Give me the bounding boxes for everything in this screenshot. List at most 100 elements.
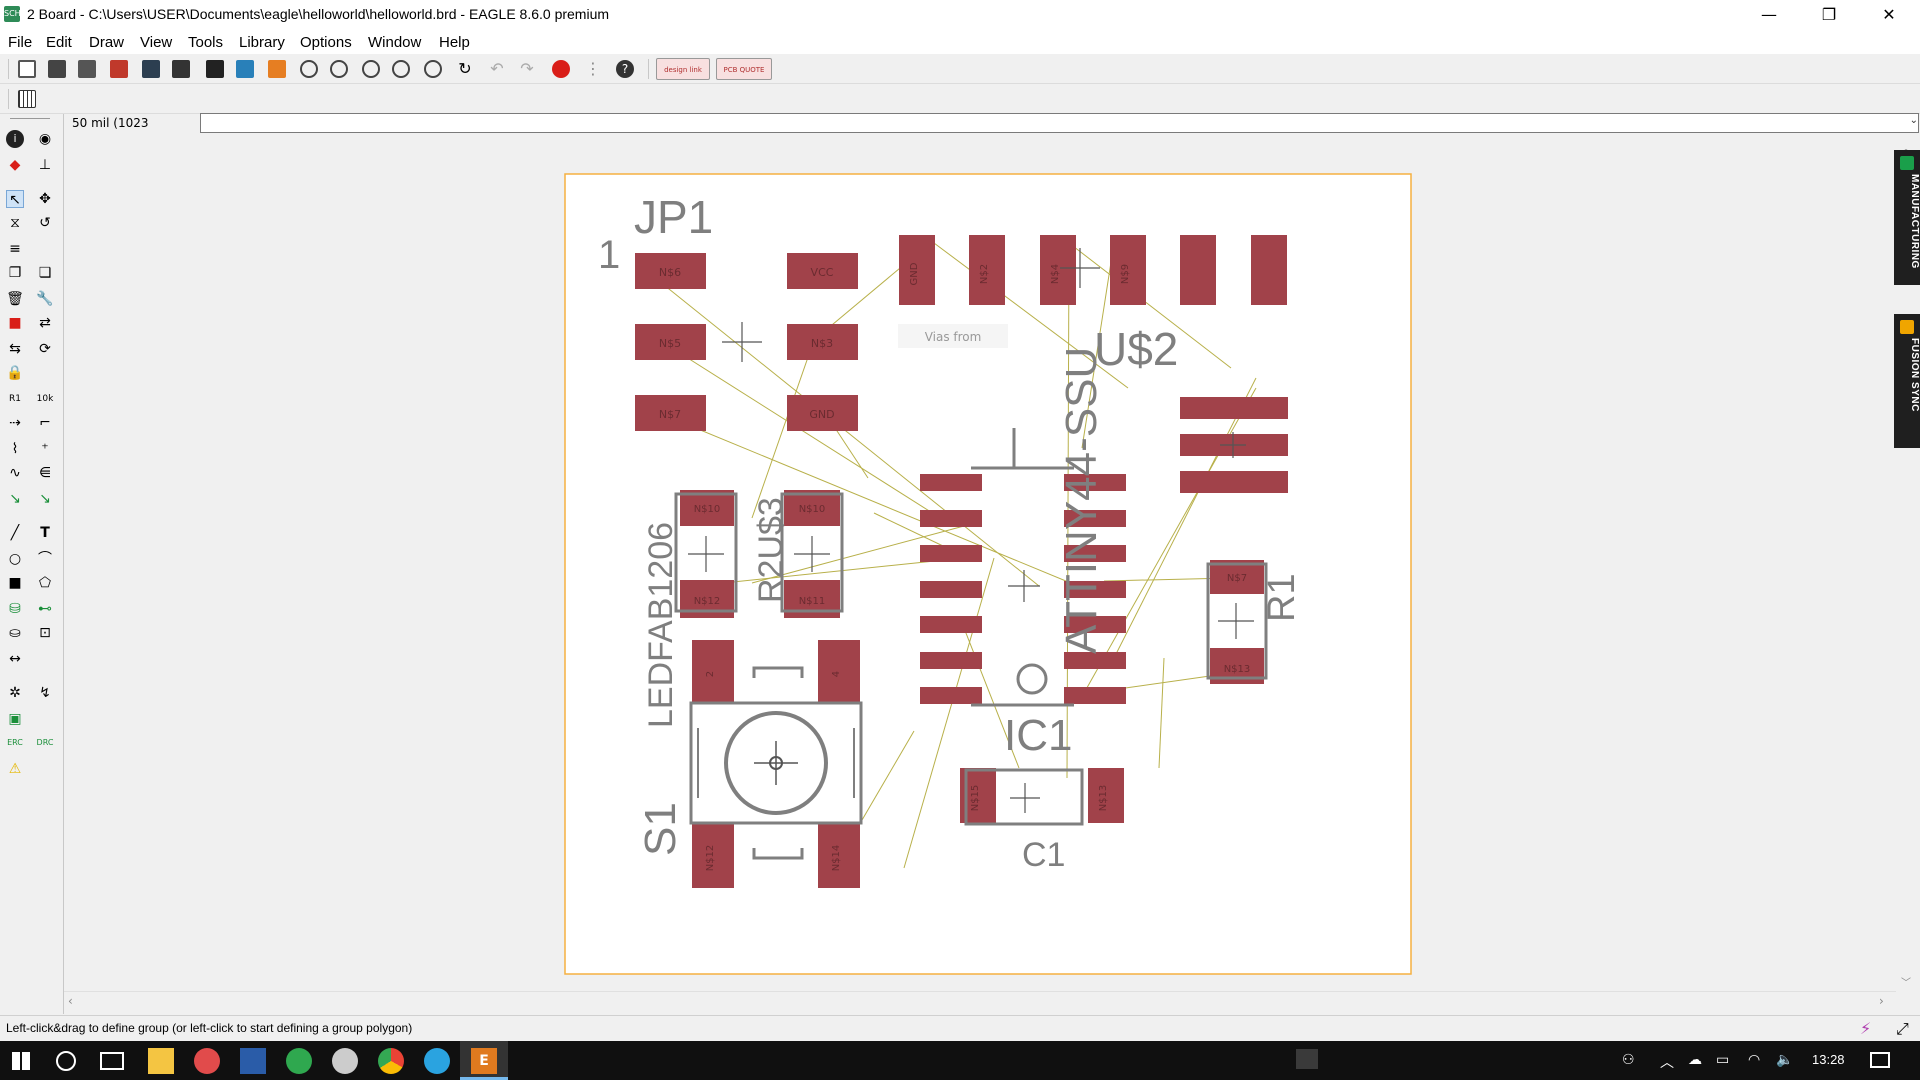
show-icon[interactable]: ◉ bbox=[36, 130, 54, 148]
chevron-up-icon[interactable]: ︿ bbox=[1660, 1052, 1674, 1072]
miter-icon[interactable]: ⌐ bbox=[36, 414, 54, 432]
route-icon[interactable]: ↘ bbox=[6, 490, 24, 508]
lightning-icon[interactable]: ⚡ bbox=[1860, 1019, 1871, 1038]
copy-icon[interactable]: ❐ bbox=[6, 264, 24, 282]
ratsnest-icon[interactable]: ✲ bbox=[6, 684, 24, 702]
zoom-last-icon[interactable] bbox=[424, 60, 442, 78]
redraw-icon[interactable]: ↻ bbox=[456, 60, 474, 78]
start-icon[interactable] bbox=[12, 1052, 30, 1070]
lock-icon[interactable]: 🔒 bbox=[6, 364, 24, 382]
menu-file[interactable]: File bbox=[8, 34, 32, 51]
zoom-in-icon[interactable] bbox=[330, 60, 348, 78]
undo-icon[interactable]: ↶ bbox=[488, 60, 506, 78]
ulp-run-icon[interactable] bbox=[268, 60, 286, 78]
menu-view[interactable]: View bbox=[140, 34, 172, 51]
rotate-icon[interactable]: ↺ bbox=[36, 214, 54, 232]
add-icon[interactable]: ■ bbox=[6, 314, 24, 332]
display-layers-icon[interactable]: ◆ bbox=[6, 156, 24, 174]
delete-icon[interactable]: 🗑 bbox=[6, 290, 24, 308]
split-icon[interactable]: ⌇ bbox=[6, 440, 24, 458]
volume-icon[interactable]: 🔈 bbox=[1776, 1052, 1793, 1068]
eagle-task-active[interactable]: E bbox=[460, 1041, 508, 1080]
arc-icon[interactable]: ⌒ bbox=[36, 550, 54, 568]
name-icon[interactable]: R1 bbox=[6, 390, 24, 408]
menu-library[interactable]: Library bbox=[239, 34, 285, 51]
help-icon[interactable]: ? bbox=[616, 60, 634, 78]
menu-window[interactable]: Window bbox=[368, 34, 421, 51]
paste-icon[interactable]: ❏ bbox=[36, 264, 54, 282]
mark-icon[interactable]: ⊥ bbox=[36, 156, 54, 174]
print-icon[interactable] bbox=[78, 60, 96, 78]
ripup-icon[interactable]: ⋹ bbox=[36, 464, 54, 482]
chevron-down-icon[interactable]: ⌄ bbox=[1910, 115, 1918, 126]
cam-processor-icon[interactable] bbox=[110, 60, 128, 78]
zoom-out-icon[interactable] bbox=[362, 60, 380, 78]
optimize-icon[interactable]: ⁺ bbox=[36, 440, 54, 458]
board-schematic-switch-icon[interactable] bbox=[142, 60, 160, 78]
grid-icon[interactable] bbox=[18, 90, 36, 108]
via-icon[interactable]: ⛁ bbox=[6, 600, 24, 618]
menu-draw[interactable]: Draw bbox=[89, 34, 124, 51]
scroll-down-icon[interactable]: ﹀ bbox=[1901, 974, 1911, 989]
hole-icon[interactable]: ⛀ bbox=[6, 624, 24, 642]
dimension-icon[interactable]: ↔ bbox=[6, 650, 24, 668]
circle-icon[interactable]: ○ bbox=[6, 550, 24, 568]
scroll-left-icon[interactable]: ‹ bbox=[68, 994, 73, 1008]
onedrive-icon[interactable]: ☁ bbox=[1688, 1052, 1702, 1068]
people-icon[interactable]: ⚇ bbox=[1622, 1052, 1635, 1068]
snipping-tool-icon[interactable] bbox=[194, 1048, 220, 1074]
close-button[interactable]: ✕ bbox=[1866, 0, 1912, 30]
warning-icon[interactable]: ⚠ bbox=[6, 760, 24, 778]
file-explorer-icon[interactable] bbox=[148, 1048, 174, 1074]
polygon-icon[interactable]: ⬠ bbox=[36, 574, 54, 592]
go-icon[interactable]: ⋮ bbox=[584, 60, 602, 78]
scroll-right-icon[interactable]: › bbox=[1879, 994, 1884, 1008]
signal-icon[interactable]: ⊷ bbox=[36, 600, 54, 618]
wrench-icon[interactable]: 🔧 bbox=[36, 290, 54, 308]
wifi-icon[interactable]: ◠ bbox=[1748, 1052, 1760, 1068]
tool-app-icon[interactable] bbox=[332, 1048, 358, 1074]
board-icon[interactable]: ▣ bbox=[6, 710, 24, 728]
line-icon[interactable]: ╱ bbox=[6, 524, 24, 542]
menu-help[interactable]: Help bbox=[439, 34, 470, 51]
smash-icon[interactable]: ⇢ bbox=[6, 414, 24, 432]
group-select-icon[interactable]: ↖ bbox=[6, 190, 24, 208]
design-link-button[interactable]: design link bbox=[656, 58, 710, 80]
menu-options[interactable]: Options bbox=[300, 34, 352, 51]
align-icon[interactable]: ≡ bbox=[6, 240, 24, 258]
powershell-icon[interactable] bbox=[240, 1048, 266, 1074]
attribute-icon[interactable]: ⊡ bbox=[36, 624, 54, 642]
fusion-sync-panel-tab[interactable]: FUSION SYNC bbox=[1894, 314, 1920, 448]
clock[interactable]: 13:28 bbox=[1812, 1052, 1845, 1067]
menu-edit[interactable]: Edit bbox=[46, 34, 72, 51]
autorouter-icon[interactable]: ↯ bbox=[36, 684, 54, 702]
meander-icon[interactable]: ∿ bbox=[6, 464, 24, 482]
mirror-icon[interactable]: ⧖ bbox=[6, 214, 24, 232]
replace-icon[interactable]: ⇄ bbox=[36, 314, 54, 332]
zoom-select-icon[interactable] bbox=[392, 60, 410, 78]
script-icon[interactable] bbox=[206, 60, 224, 78]
move-icon[interactable]: ✥ bbox=[36, 190, 54, 208]
info-icon[interactable]: i bbox=[6, 130, 24, 148]
taskbar-handle-icon[interactable] bbox=[1296, 1049, 1318, 1069]
rect-icon[interactable]: ■ bbox=[6, 574, 24, 592]
value-icon[interactable]: 10k bbox=[36, 390, 54, 408]
ulp-icon[interactable] bbox=[172, 60, 190, 78]
pcb-quote-button[interactable]: PCB QUOTE bbox=[716, 58, 772, 80]
restore-button[interactable]: ❐ bbox=[1806, 0, 1852, 30]
swap-icon[interactable]: ⇆ bbox=[6, 340, 24, 358]
save-icon[interactable] bbox=[48, 60, 66, 78]
redo-icon[interactable]: ↷ bbox=[518, 60, 536, 78]
rocket-icon[interactable]: ⤢ bbox=[1896, 1019, 1909, 1039]
lock-cycle-icon[interactable]: ⟳ bbox=[36, 340, 54, 358]
green-app-icon[interactable] bbox=[286, 1048, 312, 1074]
chrome-icon[interactable] bbox=[378, 1048, 404, 1074]
menu-tools[interactable]: Tools bbox=[188, 34, 223, 51]
board-drawing[interactable]: N$6 VCC N$5 N$3 N$7 GND GND N$2 N$4 N$9 bbox=[64, 138, 1894, 991]
stop-icon[interactable] bbox=[552, 60, 570, 78]
telegram-icon[interactable] bbox=[424, 1048, 450, 1074]
minimize-button[interactable]: — bbox=[1746, 0, 1792, 30]
battery-icon[interactable]: ▭ bbox=[1716, 1052, 1729, 1068]
scr-icon[interactable] bbox=[236, 60, 254, 78]
horizontal-scrollbar[interactable]: ‹ › bbox=[64, 991, 1896, 1011]
